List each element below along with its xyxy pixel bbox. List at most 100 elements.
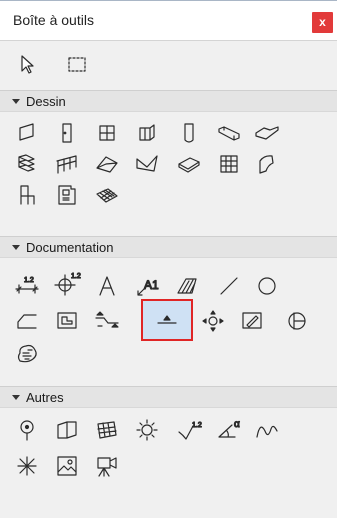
- coord-dimension-text: 1.2: [71, 273, 81, 280]
- level-dimension-tool-button[interactable]: 1.2: [50, 268, 84, 298]
- hotspot-tool-button[interactable]: [10, 451, 44, 481]
- close-button[interactable]: x: [312, 12, 333, 33]
- arrow-tool-button[interactable]: [10, 49, 44, 79]
- beam-icon: [218, 126, 240, 141]
- lamp-tool-button[interactable]: [130, 415, 164, 445]
- section-header-documentation[interactable]: Documentation: [0, 236, 337, 258]
- wall-icon: [19, 123, 34, 141]
- slab-icon: [255, 126, 279, 140]
- roof-tool-button[interactable]: [90, 149, 124, 179]
- door-tool-button[interactable]: [50, 118, 84, 148]
- title-bar: Boîte à outils x: [0, 1, 337, 41]
- dimension-tool-button[interactable]: 1.2: [10, 271, 44, 301]
- section-label: Dessin: [26, 94, 66, 109]
- worksheet-tool-button[interactable]: [235, 306, 269, 336]
- section-header-autres[interactable]: Autres: [0, 386, 337, 408]
- detail-icon: [288, 312, 306, 330]
- radial-dimension-icon: 1.2: [178, 421, 202, 440]
- label-icon: A1: [137, 277, 160, 296]
- slab-tool-button[interactable]: [250, 118, 284, 148]
- spline-icon: [256, 425, 278, 438]
- shell-tool-button[interactable]: [130, 149, 164, 179]
- figure-tool-button[interactable]: [50, 451, 84, 481]
- text-tool-button[interactable]: [90, 271, 124, 301]
- grid-box-icon: [97, 421, 117, 439]
- shell-icon: [136, 155, 158, 172]
- linear-dimension-icon: 1.2: [15, 276, 39, 294]
- level-text: 1.2: [192, 422, 202, 429]
- toolbox-panel: Boîte à outils x Dessin Documentation 1.…: [0, 0, 337, 518]
- window-title: Boîte à outils: [13, 12, 94, 28]
- drawing-tool-button[interactable]: [50, 306, 84, 336]
- interior-elevation-tool-button[interactable]: [196, 306, 230, 336]
- change-tool-button[interactable]: [10, 339, 44, 369]
- mesh-icon: [259, 155, 274, 174]
- text-icon: [99, 276, 115, 296]
- stair-tool-button[interactable]: [10, 149, 44, 179]
- elevation-tool-button[interactable]: [141, 299, 193, 341]
- marquee-tool-button[interactable]: [60, 49, 94, 79]
- fill-tool-button[interactable]: [170, 271, 204, 301]
- wall-tool-button[interactable]: [10, 118, 44, 148]
- camera-icon: [97, 457, 117, 477]
- angle-dimension-tool-button[interactable]: α: [212, 415, 246, 445]
- angle-dimension-icon: α: [218, 418, 241, 438]
- label-text: A1: [144, 278, 159, 292]
- curtain-wall-icon: [220, 155, 238, 173]
- detail-tool-button[interactable]: [280, 306, 314, 336]
- chevron-down-icon: [12, 99, 20, 104]
- spline-tool-button[interactable]: [250, 415, 284, 445]
- panel-icon: [57, 421, 77, 439]
- grid-element-tool-button[interactable]: [10, 415, 44, 445]
- section-marker-tool-button[interactable]: [90, 306, 124, 336]
- column-icon: [184, 123, 194, 143]
- circle-icon: [258, 277, 276, 295]
- circle-tool-button[interactable]: [250, 271, 284, 301]
- cloud-icon: [17, 344, 37, 363]
- grid-marker-icon: [20, 420, 34, 441]
- line-icon: [220, 277, 238, 295]
- zone-icon: [58, 185, 76, 205]
- railing-tool-button[interactable]: [50, 149, 84, 179]
- crosshair-icon: 1.2: [54, 272, 81, 296]
- section-label: Documentation: [26, 240, 114, 255]
- morph-tool-button[interactable]: [172, 149, 206, 179]
- stair-icon: [18, 154, 35, 172]
- chair-icon: [20, 185, 35, 205]
- polyline-tool-button[interactable]: [10, 306, 44, 336]
- chevron-down-icon: [12, 395, 20, 400]
- chevron-down-icon: [12, 245, 20, 250]
- skylight-icon: [139, 124, 155, 141]
- skylight-tool-button[interactable]: [130, 118, 164, 148]
- curtain-panel-tool-button[interactable]: [50, 415, 84, 445]
- window-icon: [99, 125, 115, 141]
- zone-tool-button[interactable]: [50, 180, 84, 210]
- roof-plane-tool-button[interactable]: [90, 180, 124, 210]
- object-tool-button[interactable]: [10, 180, 44, 210]
- radial-dimension-tool-button[interactable]: 1.2: [172, 415, 206, 445]
- wall-end-tool-button[interactable]: [90, 415, 124, 445]
- angle-text: α: [234, 419, 240, 430]
- window-tool-button[interactable]: [90, 118, 124, 148]
- fill-hatch-icon: [177, 278, 197, 294]
- roof-icon: [96, 156, 118, 173]
- section-header-dessin[interactable]: Dessin: [0, 90, 337, 112]
- hotspot-icon: [17, 456, 37, 476]
- section-label: Autres: [26, 390, 64, 405]
- grid-plane-icon: [96, 188, 118, 203]
- mesh-tool-button[interactable]: [250, 149, 284, 179]
- curtain-wall-tool-button[interactable]: [212, 149, 246, 179]
- beam-tool-button[interactable]: [212, 118, 246, 148]
- camera-tool-button[interactable]: [90, 451, 124, 481]
- elevation-marker-icon: [157, 315, 177, 324]
- marquee-icon: [68, 57, 86, 72]
- worksheet-icon: [242, 312, 262, 329]
- line-tool-button[interactable]: [212, 271, 246, 301]
- label-tool-button[interactable]: A1: [130, 271, 164, 301]
- morph-icon: [178, 157, 200, 173]
- figure-image-icon: [57, 456, 77, 476]
- railing-icon: [56, 155, 77, 174]
- door-icon: [62, 123, 72, 143]
- column-tool-button[interactable]: [172, 118, 206, 148]
- level-dimension-text: 1.2: [24, 277, 34, 284]
